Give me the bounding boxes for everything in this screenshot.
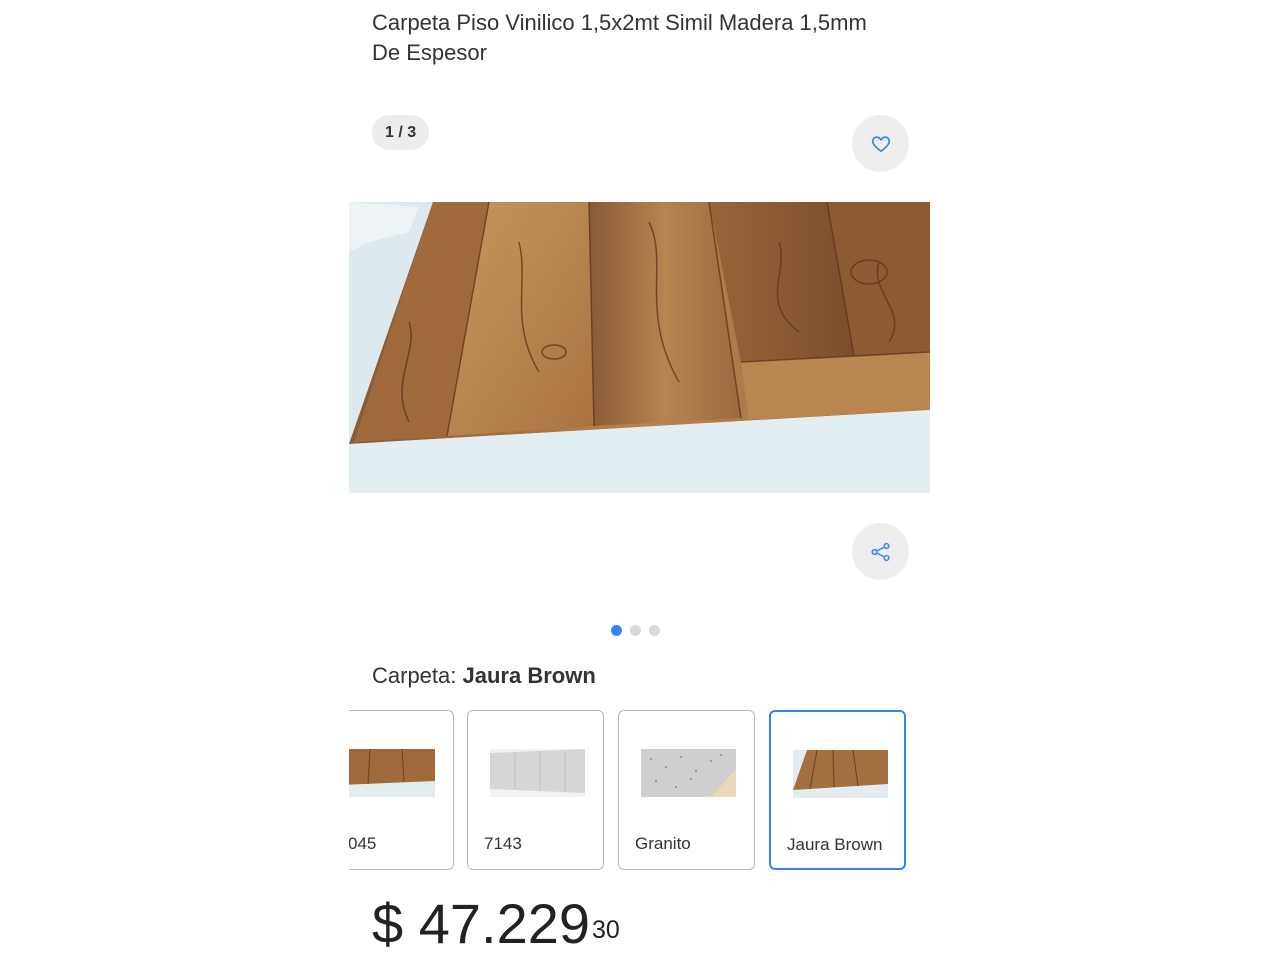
variant-option-selected[interactable]: Jaura Brown xyxy=(769,710,906,870)
variant-picker: 045 7143 Granito Jaura Brown xyxy=(349,710,919,875)
share-button[interactable] xyxy=(852,523,909,580)
product-page: Carpeta Piso Vinilico 1,5x2mt Simil Made… xyxy=(0,0,1280,960)
variant-label-key: Carpeta: xyxy=(372,663,457,688)
variant-option-label: Jaura Brown xyxy=(787,835,883,854)
variant-image xyxy=(490,749,585,797)
variant-option-label: Granito xyxy=(635,834,691,853)
share-icon xyxy=(870,542,890,561)
variant-option-label: 045 xyxy=(349,834,377,853)
product-price: $ 47.22930 xyxy=(372,888,620,960)
variant-option-label: 7143 xyxy=(484,834,522,853)
image-counter: 1 / 3 xyxy=(372,115,430,150)
gallery-pagination xyxy=(611,625,660,636)
pagination-dot[interactable] xyxy=(649,625,660,636)
variant-image xyxy=(641,749,736,797)
variant-option[interactable]: 7143 xyxy=(467,710,604,870)
price-cents: 30 xyxy=(592,916,620,944)
favorite-button[interactable] xyxy=(852,115,909,172)
price-amount: 47.229 xyxy=(418,892,590,955)
variant-image xyxy=(349,749,435,797)
price-currency: $ xyxy=(372,892,404,955)
product-title: Carpeta Piso Vinilico 1,5x2mt Simil Made… xyxy=(372,10,867,65)
heart-icon xyxy=(871,135,890,152)
variant-label: Carpeta: Jaura Brown xyxy=(372,662,596,690)
variant-image xyxy=(793,750,888,798)
main-product-image[interactable] xyxy=(349,202,930,493)
variant-option[interactable]: Granito xyxy=(618,710,755,870)
variant-option[interactable]: 045 xyxy=(349,710,454,870)
pagination-dot[interactable] xyxy=(630,625,641,636)
pagination-dot[interactable] xyxy=(611,625,622,636)
variant-selected-value: Jaura Brown xyxy=(462,663,596,688)
